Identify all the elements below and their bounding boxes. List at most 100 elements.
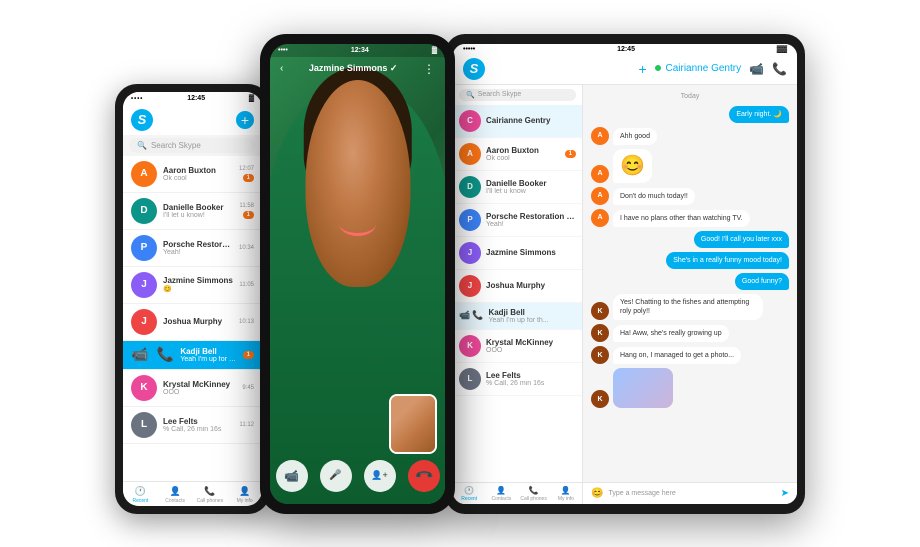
nav-myinfo[interactable]: 👤 My info: [227, 486, 262, 504]
unread-badge: 1: [565, 150, 576, 158]
skype-header-small: S +: [123, 106, 262, 135]
msg-avatar: A: [591, 187, 609, 205]
msg-avatar: A: [591, 165, 609, 183]
tablet-add-icon[interactable]: +: [639, 61, 647, 77]
nav-contacts[interactable]: 👤 Contacts: [158, 486, 193, 504]
contact-meta: 9:45: [242, 385, 254, 391]
contact-info: Danielle Booker I'll let u know!: [163, 203, 233, 219]
tablet-contact-item[interactable]: P Porsche Restoration Club 2... Yeah!: [453, 204, 582, 237]
message-row: K: [591, 368, 789, 408]
add-contact-button[interactable]: +: [236, 111, 254, 129]
tablet-sidebar: 🔍 Search Skype C Cairianne Gentry: [453, 85, 583, 504]
tablet-search[interactable]: 🔍 Search Skype: [459, 89, 576, 101]
recent-icon: 🕐: [135, 486, 146, 497]
message-bubble: Good! I'll call you later xxx: [694, 231, 789, 248]
nav-label: My info: [558, 496, 574, 502]
tablet-bottom-nav: 🕐 Recent 👤 Contacts 📞 Call phones �: [453, 482, 582, 504]
tablet-contact-item[interactable]: L Lee Felts % Call, 26 min 16s: [453, 363, 582, 396]
status-bar-small: •••• 12:45 ▓: [123, 92, 262, 106]
avatar-wrap: 📹 📞: [131, 346, 174, 364]
message-row: Early night. 🌙: [591, 106, 789, 123]
avatar: J: [459, 275, 481, 297]
video-icon: 📹: [459, 310, 470, 321]
message-row: Good! I'll call you later xxx: [591, 231, 789, 248]
message-row: K Yes! Chatting to the fishes and attemp…: [591, 294, 789, 320]
tablet-contact-item[interactable]: D Danielle Booker I'll let u know: [453, 171, 582, 204]
phone-icon: 📞: [157, 346, 174, 362]
contact-item[interactable]: D Danielle Booker I'll let u know! 11:58…: [123, 193, 262, 230]
contact-name: Kadji Bell: [488, 308, 576, 317]
video-call-icon[interactable]: 📹: [749, 62, 764, 76]
message-bubble: Hang on, I managed to get a photo...: [613, 347, 741, 364]
contact-preview: Yeah I'm up for that...: [180, 356, 236, 363]
contact-meta: 10:13: [239, 319, 254, 325]
back-button[interactable]: ‹: [280, 63, 283, 74]
contact-info: Jazmine Simmons 😊: [163, 276, 233, 293]
pip-person: [391, 396, 435, 452]
call-icons: 📹 📞: [459, 310, 483, 321]
tablet-logo-circle: S: [463, 58, 485, 80]
unread-badge: 1: [243, 351, 254, 359]
callphones-icon: 📞: [529, 486, 539, 495]
video-icon: 📹: [131, 346, 148, 362]
contact-item[interactable]: K Krystal McKinney OOO 9:45: [123, 370, 262, 407]
message-row: A 😊: [591, 149, 789, 183]
contact-meta: 11:58 1: [239, 203, 254, 219]
avatar-wrap: P: [131, 235, 157, 261]
nav-callphones[interactable]: 📞 Call phones: [518, 486, 550, 502]
contact-item[interactable]: L Lee Felts % Call, 26 min 16s 11:12: [123, 407, 262, 444]
send-button[interactable]: ➤: [781, 488, 789, 499]
avatar: P: [131, 235, 157, 261]
contact-info: Joshua Murphy: [163, 317, 233, 326]
online-indicator: Cairianne Gentry: [655, 63, 741, 74]
contact-name: Joshua Murphy: [163, 317, 233, 326]
voice-call-icon[interactable]: 📞: [772, 62, 787, 76]
contact-preview: Yeah!: [486, 221, 576, 228]
message-input[interactable]: Type a message here: [608, 490, 775, 497]
tablet-contact-item[interactable]: J Joshua Murphy: [453, 270, 582, 303]
emoji-button[interactable]: 😊: [591, 488, 603, 499]
contact-info: Cairianne Gentry: [486, 116, 576, 125]
hangup-button[interactable]: 📞: [401, 453, 445, 498]
nav-callphones[interactable]: 📞 Call phones: [193, 486, 228, 504]
message-row: A I have no plans other than watching TV…: [591, 209, 789, 227]
tablet-contact-item-kadji[interactable]: 📹 📞 Kadji Bell Yeah I'm up for th...: [453, 303, 582, 330]
tablet-contact-item[interactable]: J Jazmine Simmons: [453, 237, 582, 270]
contact-meta: 12:07 1: [239, 166, 254, 182]
add-to-call-button[interactable]: 👤+: [364, 460, 396, 492]
nav-recent[interactable]: 🕐 Recent: [123, 486, 158, 504]
tablet-contact-item[interactable]: C Cairianne Gentry: [453, 105, 582, 138]
avatar-wrap: J: [131, 309, 157, 335]
contact-item-active[interactable]: 📹 📞 Kadji Bell Yeah I'm up for that... 1: [123, 341, 262, 370]
contact-item[interactable]: A Aaron Buxton Ok cool 12:07 1: [123, 156, 262, 193]
video-name-bar: ‹ Jazmine Simmons ✓ ⋮: [270, 58, 445, 80]
contact-name: Jazmine Simmons: [486, 248, 576, 257]
contact-info: Jazmine Simmons: [486, 248, 576, 257]
contact-time: 11:58: [239, 203, 254, 209]
nav-myinfo[interactable]: 👤 My info: [550, 486, 582, 502]
phone-large-screen: •••• 12:34 ▓ ‹ Jazmine Simmons ✓ ⋮ 📹: [270, 44, 445, 504]
contact-info: Porsche Restoration Club 2... Yeah!: [486, 212, 576, 228]
contact-info: Aaron Buxton Ok cool: [486, 146, 560, 162]
contact-preview: Ok cool: [486, 155, 560, 162]
search-bar-small[interactable]: 🔍 Search Skype: [129, 138, 256, 153]
more-button[interactable]: ⋮: [423, 62, 435, 76]
avatar-wrap: A: [131, 161, 157, 187]
mute-button[interactable]: 🎤: [320, 460, 352, 492]
nav-contacts[interactable]: 👤 Contacts: [485, 486, 517, 502]
myinfo-icon: 👤: [561, 486, 571, 495]
contact-preview: Yeah!: [163, 249, 233, 256]
message-row: She's in a really funny mood today!: [591, 252, 789, 269]
tablet-contact-item[interactable]: A Aaron Buxton Ok cool 1: [453, 138, 582, 171]
tablet-contact-item[interactable]: K Krystal McKinney OOO: [453, 330, 582, 363]
msg-avatar: K: [591, 324, 609, 342]
contact-item[interactable]: J Jazmine Simmons 😊 11:05: [123, 267, 262, 304]
nav-label: Contacts: [165, 498, 185, 504]
avatar-wrap: L: [131, 412, 157, 438]
nav-recent[interactable]: 🕐 Recent: [453, 486, 485, 502]
bottom-nav-small: 🕐 Recent 👤 Contacts 📞 Call phones 👤 My i…: [123, 481, 262, 506]
tablet-search-placeholder: Search Skype: [478, 91, 522, 98]
contact-item[interactable]: P Porsche Restoration Club 2... Yeah! 10…: [123, 230, 262, 267]
video-toggle-button[interactable]: 📹: [276, 460, 308, 492]
contact-item[interactable]: J Joshua Murphy 10:13: [123, 304, 262, 341]
